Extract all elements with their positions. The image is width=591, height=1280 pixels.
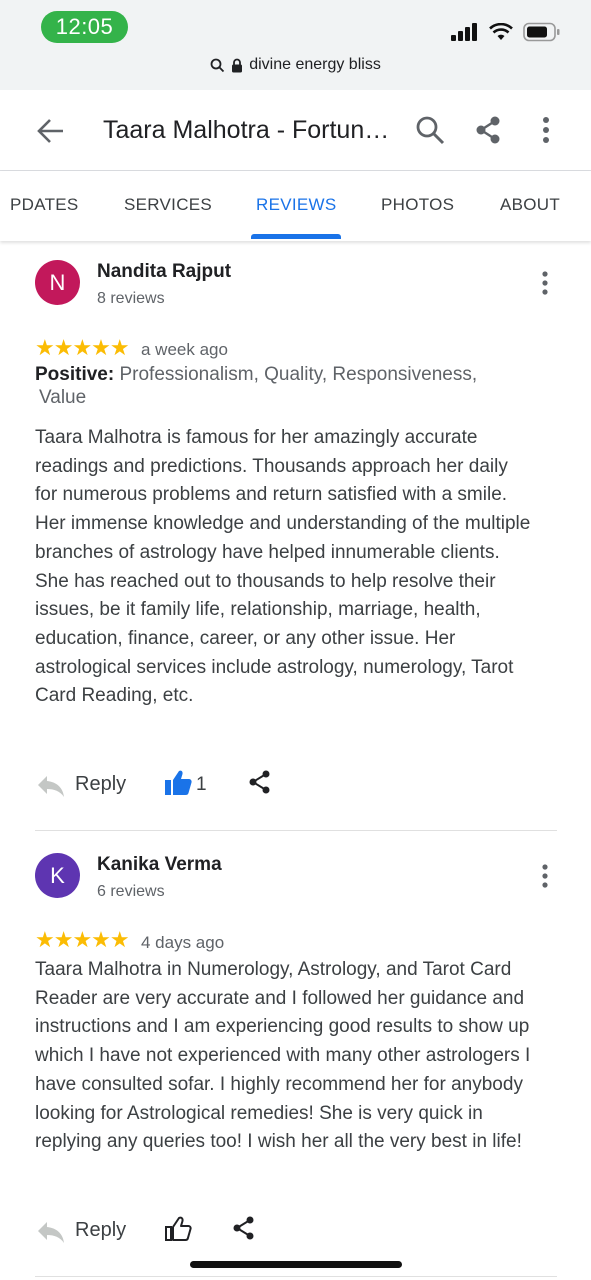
tab-reviews[interactable]: REVIEWS: [256, 195, 337, 215]
wifi-icon: [489, 23, 513, 40]
positive-values-continued: Value: [39, 387, 87, 408]
review-divider: [35, 830, 557, 831]
status-time: 12:05: [41, 11, 128, 43]
more-options-icon[interactable]: [530, 114, 562, 146]
reply-icon[interactable]: [36, 1220, 66, 1244]
reply-button[interactable]: Reply: [75, 773, 126, 796]
share-icon[interactable]: [248, 769, 272, 795]
tab-bar: PDATES SERVICES REVIEWS PHOTOS ABOUT: [0, 171, 591, 241]
reply-icon[interactable]: [36, 774, 66, 798]
reply-button[interactable]: Reply: [75, 1219, 126, 1242]
reviewer-review-count: 8 reviews: [97, 290, 165, 307]
review-actions: Reply 1: [0, 764, 591, 804]
status-icons: [451, 20, 561, 44]
search-icon[interactable]: [414, 114, 446, 146]
review-more-options-icon[interactable]: [534, 270, 556, 296]
reviewer-name[interactable]: Nandita Rajput: [97, 261, 231, 283]
review-divider: [35, 1276, 557, 1277]
review-date: a week ago: [141, 340, 228, 359]
reviewer-review-count: 6 reviews: [97, 883, 165, 900]
tab-photos[interactable]: PHOTOS: [381, 195, 454, 215]
review-text: Taara Malhotra in Numerology, Astrology,…: [35, 959, 531, 1153]
tab-updates[interactable]: PDATES: [10, 195, 79, 215]
positive-label: Positive:: [35, 364, 115, 385]
star-rating: ★★★★★: [35, 335, 130, 360]
active-tab-indicator: [251, 234, 341, 239]
thumbs-up-filled-icon[interactable]: [164, 769, 192, 797]
share-icon[interactable]: [232, 1215, 256, 1241]
app-bar: Taara Malhotra - Fortune Teller: [0, 90, 591, 171]
avatar[interactable]: N: [35, 260, 80, 305]
browser-chrome: 12:05 divine energy bliss: [0, 0, 591, 90]
cellular-signal-icon: [451, 23, 477, 41]
url-bar[interactable]: divine energy bliss: [0, 56, 591, 80]
like-count: 1: [196, 774, 207, 795]
battery-icon: [523, 22, 560, 42]
positive-values: Professionalism, Quality, Responsiveness…: [119, 364, 478, 385]
page-title: Taara Malhotra - Fortune Teller: [103, 116, 403, 144]
lock-icon: [232, 58, 243, 72]
search-icon: [210, 58, 225, 72]
share-icon[interactable]: [472, 114, 504, 146]
review-more-options-icon[interactable]: [534, 863, 556, 889]
review-date: 4 days ago: [141, 933, 225, 952]
tab-about[interactable]: ABOUT: [500, 195, 560, 215]
reviewer-name[interactable]: Kanika Verma: [97, 854, 222, 876]
back-arrow-icon[interactable]: [36, 116, 66, 146]
tab-services[interactable]: SERVICES: [124, 195, 212, 215]
home-indicator[interactable]: [190, 1261, 402, 1268]
positive-attributes: Positive: Professionalism, Quality, Resp…: [35, 363, 515, 409]
url-text: divine energy bliss: [249, 56, 381, 73]
review-text: Taara Malhotra is famous for her amazing…: [35, 427, 531, 707]
star-rating: ★★★★★: [35, 927, 130, 952]
thumbs-up-outline-icon[interactable]: [164, 1215, 192, 1243]
avatar[interactable]: K: [35, 853, 80, 898]
review-actions: Reply: [0, 1210, 591, 1250]
